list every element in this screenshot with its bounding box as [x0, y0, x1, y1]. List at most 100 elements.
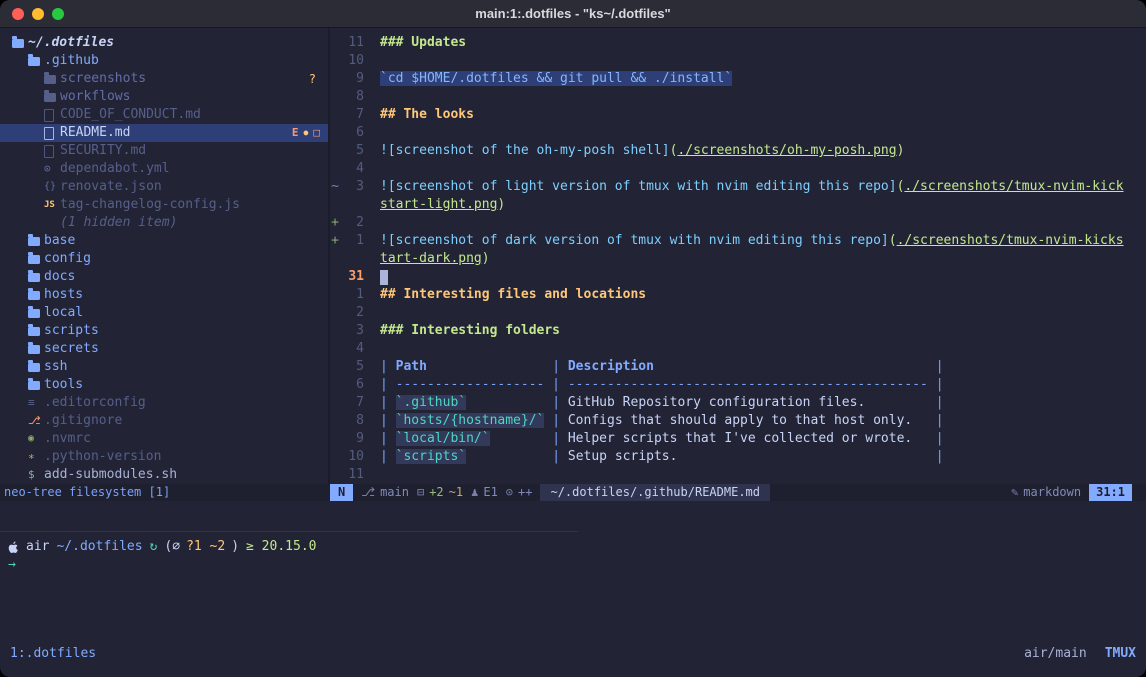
zoom-button[interactable]: [52, 8, 64, 20]
editor-line[interactable]: 10| `scripts` | Setup scripts. |: [330, 448, 1146, 466]
shell-prompt[interactable]: air ~/.dotfiles ↻ (⌀ ?1 ~2 ) ≥ 20.15.0 →: [8, 538, 316, 574]
text-segment: |: [380, 359, 396, 374]
tree-item-.dotfiles[interactable]: ~/.dotfiles: [0, 34, 328, 52]
gutter-sign: [330, 412, 340, 430]
tree-item-.nvmrc[interactable]: ◉.nvmrc: [0, 430, 328, 448]
tree-item-label: README.md: [60, 124, 130, 142]
gutter-sign: [330, 250, 340, 268]
editor-line[interactable]: 8| `hosts/{hostname}/` | Configs that sh…: [330, 412, 1146, 430]
folder-icon: [44, 93, 60, 102]
tree-item-.python-version[interactable]: ∗.python-version: [0, 448, 328, 466]
editor-line[interactable]: 5| Path | Description |: [330, 358, 1146, 376]
tree-item-hosts[interactable]: hosts: [0, 286, 328, 304]
current-file-path[interactable]: ~/.dotfiles/.github/README.md: [540, 484, 770, 501]
editor-line[interactable]: 10: [330, 52, 1146, 70]
tmux-window-tab[interactable]: 1:.dotfiles: [10, 645, 96, 663]
gutter-sign: [330, 160, 340, 178]
text-segment: Helper scripts that I've collected or wr…: [568, 431, 912, 446]
folder-icon: [44, 75, 60, 84]
tree-item-scripts[interactable]: scripts: [0, 322, 328, 340]
editor-line[interactable]: 7## The looks: [330, 106, 1146, 124]
gutter-sign: [330, 430, 340, 448]
editor-line[interactable]: 7| `.github` | GitHub Repository configu…: [330, 394, 1146, 412]
editor-line[interactable]: +1![screenshot of dark version of tmux w…: [330, 232, 1146, 250]
text-segment: ### Interesting folders: [380, 323, 560, 338]
filetype-indicator: ✎ markdown: [1011, 484, 1081, 501]
editor-line[interactable]: 4: [330, 340, 1146, 358]
editor-line[interactable]: +2: [330, 214, 1146, 232]
tree-item-.github[interactable]: .github: [0, 52, 328, 70]
editor-line[interactable]: 31: [330, 268, 1146, 286]
editor-line[interactable]: 3### Interesting folders: [330, 322, 1146, 340]
editor-line[interactable]: 11 ### Updates: [330, 34, 1146, 52]
editor-line[interactable]: 9`cd $HOME/.dotfiles && git pull && ./in…: [330, 70, 1146, 88]
tree-item-label: local: [44, 304, 83, 322]
editor-line[interactable]: tart-dark.png): [330, 250, 1146, 268]
tree-item-add-submodules.sh[interactable]: $add-submodules.sh: [0, 466, 328, 484]
tree-item-code-of-conduct.md[interactable]: CODE_OF_CONDUCT.md: [0, 106, 328, 124]
tree-item-workflows[interactable]: workflows: [0, 88, 328, 106]
editor-line[interactable]: 1## Interesting files and locations: [330, 286, 1146, 304]
vim-mode-badge: N: [330, 484, 353, 501]
editor-line[interactable]: 4: [330, 160, 1146, 178]
text-segment: |: [544, 449, 567, 464]
line-number: 8: [340, 88, 364, 106]
tree-item-base[interactable]: base: [0, 232, 328, 250]
text-segment: |: [928, 431, 944, 446]
folder-icon: [28, 381, 44, 390]
tree-item-dependabot.yml[interactable]: ⊙dependabot.yml: [0, 160, 328, 178]
tree-item-ssh[interactable]: ssh: [0, 358, 328, 376]
editor-buffer[interactable]: 11 ### Updates 10 9`cd $HOME/.dotfiles &&…: [330, 34, 1146, 484]
editor-line[interactable]: 11: [330, 466, 1146, 484]
prompt-input-line[interactable]: →: [8, 556, 316, 574]
text-segment: GitHub Repository configuration files.: [568, 395, 865, 410]
text-segment: |: [544, 359, 567, 374]
line-number: 6: [340, 376, 364, 394]
tree-item-.editorconfig[interactable]: ≡.editorconfig: [0, 394, 328, 412]
line-number: 6: [340, 124, 364, 142]
text-segment: ## The looks: [380, 107, 474, 122]
text-segment: `scripts`: [396, 449, 466, 464]
close-button[interactable]: [12, 8, 24, 20]
line-number: 11: [340, 34, 364, 52]
tree-item-tools[interactable]: tools: [0, 376, 328, 394]
tree-item-docs[interactable]: docs: [0, 268, 328, 286]
tree-item-label: ~/.dotfiles: [28, 34, 114, 52]
editor-line[interactable]: 9| `local/bin/` | Helper scripts that I'…: [330, 430, 1146, 448]
gutter-sign: [330, 196, 340, 214]
editor-line[interactable]: 6| ------------------- | ---------------…: [330, 376, 1146, 394]
tree-item-security.md[interactable]: SECURITY.md: [0, 142, 328, 160]
minimize-button[interactable]: [32, 8, 44, 20]
editor-line[interactable]: 5![screenshot of the oh-my-posh shell](.…: [330, 142, 1146, 160]
tree-item-1-hidden-item[interactable]: (1 hidden item): [0, 214, 328, 232]
editor-line[interactable]: ~3![screenshot of light version of tmux …: [330, 178, 1146, 196]
tree-item-label: scripts: [44, 322, 99, 340]
braces-icon: {}: [44, 178, 60, 196]
tree-item-.gitignore[interactable]: ⎇.gitignore: [0, 412, 328, 430]
editor-line[interactable]: 2: [330, 304, 1146, 322]
gutter-sign: [330, 340, 340, 358]
editor-line[interactable]: 8: [330, 88, 1146, 106]
text-segment: |: [928, 395, 944, 410]
tree-item-local[interactable]: local: [0, 304, 328, 322]
tree-item-label: ssh: [44, 358, 67, 376]
tree-item-tag-changelog-config.js[interactable]: JStag-changelog-config.js: [0, 196, 328, 214]
diff-icon: ⊟: [417, 484, 424, 501]
tree-item-secrets[interactable]: secrets: [0, 340, 328, 358]
tree-item-screenshots[interactable]: screenshots?: [0, 70, 328, 88]
editor-line[interactable]: 6: [330, 124, 1146, 142]
gutter-sign: [330, 358, 340, 376]
text-segment: `.github`: [396, 395, 466, 410]
line-text: | `hosts/{hostname}/` | Configs that sho…: [380, 412, 944, 430]
text-segment: [466, 449, 544, 464]
pencil-icon: ✎: [1011, 484, 1018, 501]
tree-item-renovate.json[interactable]: {}renovate.json: [0, 178, 328, 196]
editor-line[interactable]: start-light.png): [330, 196, 1146, 214]
text-segment: ### Updates: [380, 35, 466, 50]
gutter-sign: [330, 286, 340, 304]
tree-item-readme.md[interactable]: README.mdE●□: [0, 124, 328, 142]
tree-item-label: tag-changelog-config.js: [60, 196, 240, 214]
folder-icon: [28, 363, 44, 372]
tree-item-config[interactable]: config: [0, 250, 328, 268]
text-segment: |: [928, 449, 944, 464]
